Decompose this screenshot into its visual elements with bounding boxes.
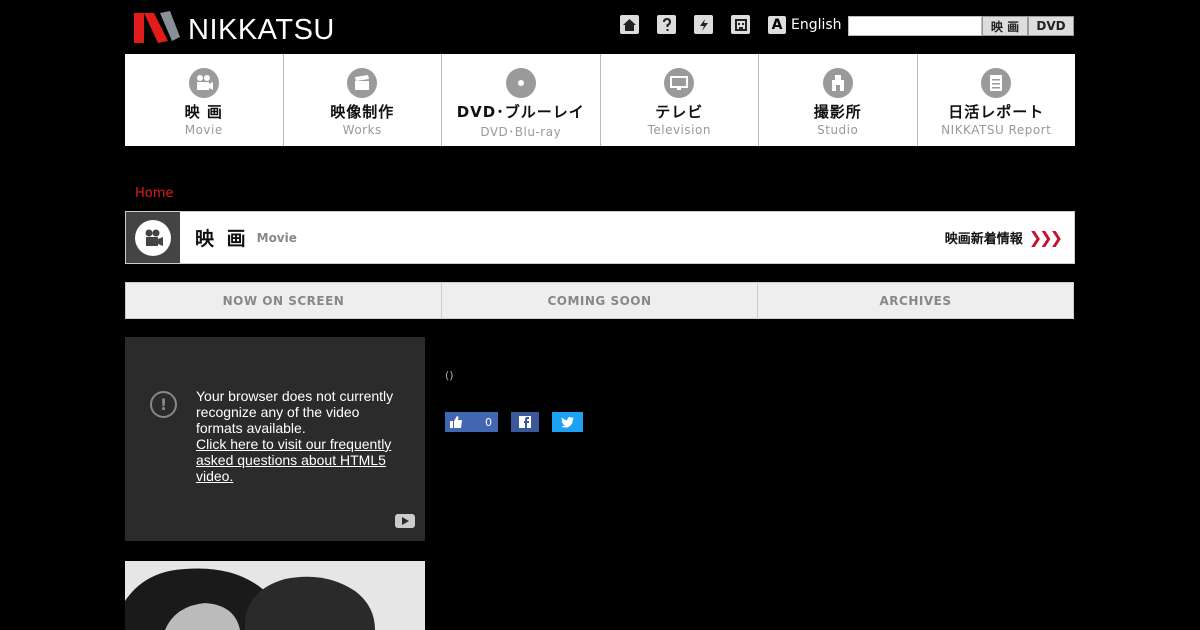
section-title: 映 画 (195, 228, 249, 250)
thumbs-up-icon (450, 416, 462, 428)
video-error-message: Your browser does not currently recogniz… (196, 388, 406, 484)
twitter-share-button[interactable] (552, 412, 583, 432)
language-icon: A (768, 15, 786, 34)
like-count: 0 (485, 415, 492, 429)
nav-item-movie[interactable]: 映 画 Movie (125, 54, 284, 146)
language-label: English (791, 16, 842, 33)
nav-label-jp: 撮影所 (813, 103, 862, 121)
chevrons-right-icon: ❯❯❯ (1028, 228, 1063, 247)
help-icon[interactable] (657, 15, 676, 34)
twitter-icon (561, 416, 574, 428)
clapperboard-icon (347, 68, 378, 98)
nikkatsu-logo[interactable]: NIKKATSU (134, 10, 335, 46)
movie-tabs: NOW ON SCREEN COMING SOON ARCHIVES (125, 282, 1074, 319)
movie-news-label: 映画新着情報 (944, 232, 1023, 247)
film-camera-icon (188, 68, 219, 98)
movie-meta: () (445, 369, 454, 382)
bolt-icon[interactable] (694, 15, 713, 34)
nav-label-jp: 日活レポート (948, 103, 1045, 121)
nav-label-jp: DVD･ブルーレイ (456, 103, 585, 121)
section-icon-box (126, 212, 180, 263)
youtube-icon[interactable] (395, 514, 415, 528)
document-icon (981, 68, 1012, 98)
facebook-like-button[interactable]: 0 (445, 412, 498, 432)
nav-label-en: Movie (184, 123, 223, 137)
social-buttons: 0 (445, 412, 596, 432)
nav-item-television[interactable]: テレビ Television (601, 54, 759, 146)
search-dvd-button[interactable]: DVD (1028, 16, 1074, 36)
breadcrumb-home[interactable]: Home (135, 186, 173, 201)
section-header: 映 画 Movie 映画新着情報 ❯❯❯ (125, 211, 1075, 264)
mascot-icon[interactable] (731, 15, 750, 34)
tab-now-on-screen[interactable]: NOW ON SCREEN (126, 283, 442, 318)
video-error-text: Your browser does not currently recogniz… (196, 388, 394, 436)
home-icon[interactable] (620, 15, 639, 34)
nav-label-en: Television (647, 123, 711, 137)
disc-icon (505, 68, 536, 98)
nav-item-studio[interactable]: 撮影所 Studio (759, 54, 918, 146)
language-switch[interactable]: A English (768, 15, 842, 34)
nav-label-jp: 映像制作 (330, 103, 395, 121)
facebook-share-button[interactable] (511, 412, 539, 432)
nav-item-report[interactable]: 日活レポート NIKKATSU Report (918, 54, 1076, 146)
utility-bar: A English (620, 15, 842, 34)
search-form: 映 画 DVD (848, 16, 1074, 36)
nav-label-en: DVD･Blu-ray (480, 125, 562, 139)
video-player[interactable]: ! Your browser does not currently recogn… (125, 337, 425, 541)
tab-coming-soon[interactable]: COMING SOON (442, 283, 758, 318)
tv-icon (664, 68, 695, 98)
video-faq-link[interactable]: Click here to visit our frequently asked… (196, 436, 406, 484)
movie-still-image (125, 561, 425, 630)
movie-news-link[interactable]: 映画新着情報 ❯❯❯ (944, 228, 1063, 247)
nikkatsu-logo-mark (134, 11, 180, 43)
nav-item-dvd[interactable]: DVD･ブルーレイ DVD･Blu-ray (442, 54, 601, 146)
nav-label-en: NIKKATSU Report (941, 123, 1052, 137)
nav-label-jp: テレビ (655, 103, 704, 121)
nav-item-works[interactable]: 映像制作 Works (284, 54, 442, 146)
nav-label-en: Studio (817, 123, 859, 137)
main-nav: 映 画 Movie 映像制作 Works DVD･ブルーレイ DVD･Blu-r… (125, 54, 1075, 146)
warning-icon: ! (150, 391, 177, 418)
search-input[interactable] (848, 16, 982, 36)
nav-label-en: Works (342, 123, 382, 137)
section-subtitle: Movie (256, 230, 297, 245)
search-movie-button[interactable]: 映 画 (982, 16, 1028, 36)
tab-archives[interactable]: ARCHIVES (758, 283, 1073, 318)
facebook-icon (519, 416, 531, 428)
logo-text: NIKKATSU (188, 13, 335, 46)
nav-label-jp: 映 画 (184, 103, 223, 121)
studio-building-icon (822, 68, 853, 98)
film-camera-icon (135, 219, 171, 256)
